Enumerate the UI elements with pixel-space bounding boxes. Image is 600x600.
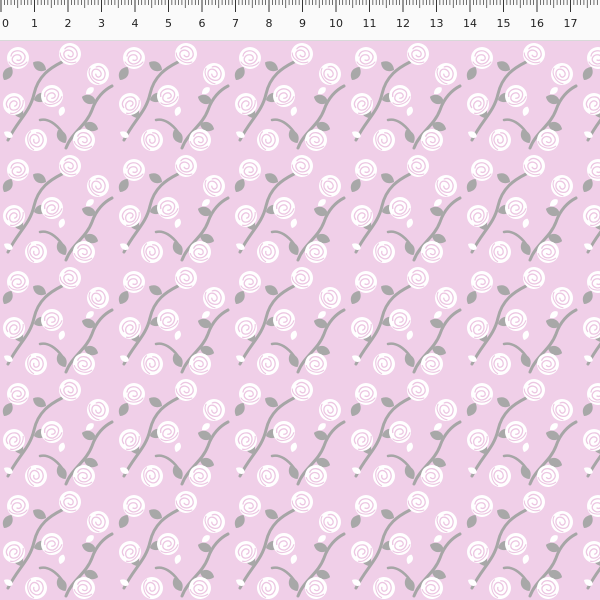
ruler-ticks (0, 0, 598, 12)
ruler-number: 17 (564, 17, 578, 30)
ruler-number: 6 (199, 17, 206, 30)
ruler-number: 11 (363, 17, 377, 30)
ruler-number: 12 (396, 17, 410, 30)
ruler-number: 5 (165, 17, 172, 30)
ruler-labels: 0 1 2 3 4 5 6 7 8 9 10 11 12 13 14 15 16 17 (2, 17, 578, 30)
ruler-number: 14 (463, 17, 477, 30)
ruler-number: 9 (299, 17, 306, 30)
ruler-number: 1 (31, 17, 38, 30)
ruler-number: 3 (98, 17, 105, 30)
rose-pattern-fabric (0, 40, 600, 600)
ruler-number: 13 (430, 17, 444, 30)
rose-pattern-area (0, 40, 600, 600)
ruler-number: 7 (232, 17, 239, 30)
measuring-ruler: 0 1 2 3 4 5 6 7 8 9 10 11 12 13 14 15 16 17 (0, 0, 600, 41)
ruler-number: 16 (530, 17, 544, 30)
ruler-number: 8 (266, 17, 273, 30)
ruler-number: 0 (2, 17, 9, 30)
ruler-number: 4 (132, 17, 139, 30)
ruler-number: 10 (329, 17, 343, 30)
ruler-number: 15 (497, 17, 511, 30)
ruler-number: 2 (65, 17, 72, 30)
